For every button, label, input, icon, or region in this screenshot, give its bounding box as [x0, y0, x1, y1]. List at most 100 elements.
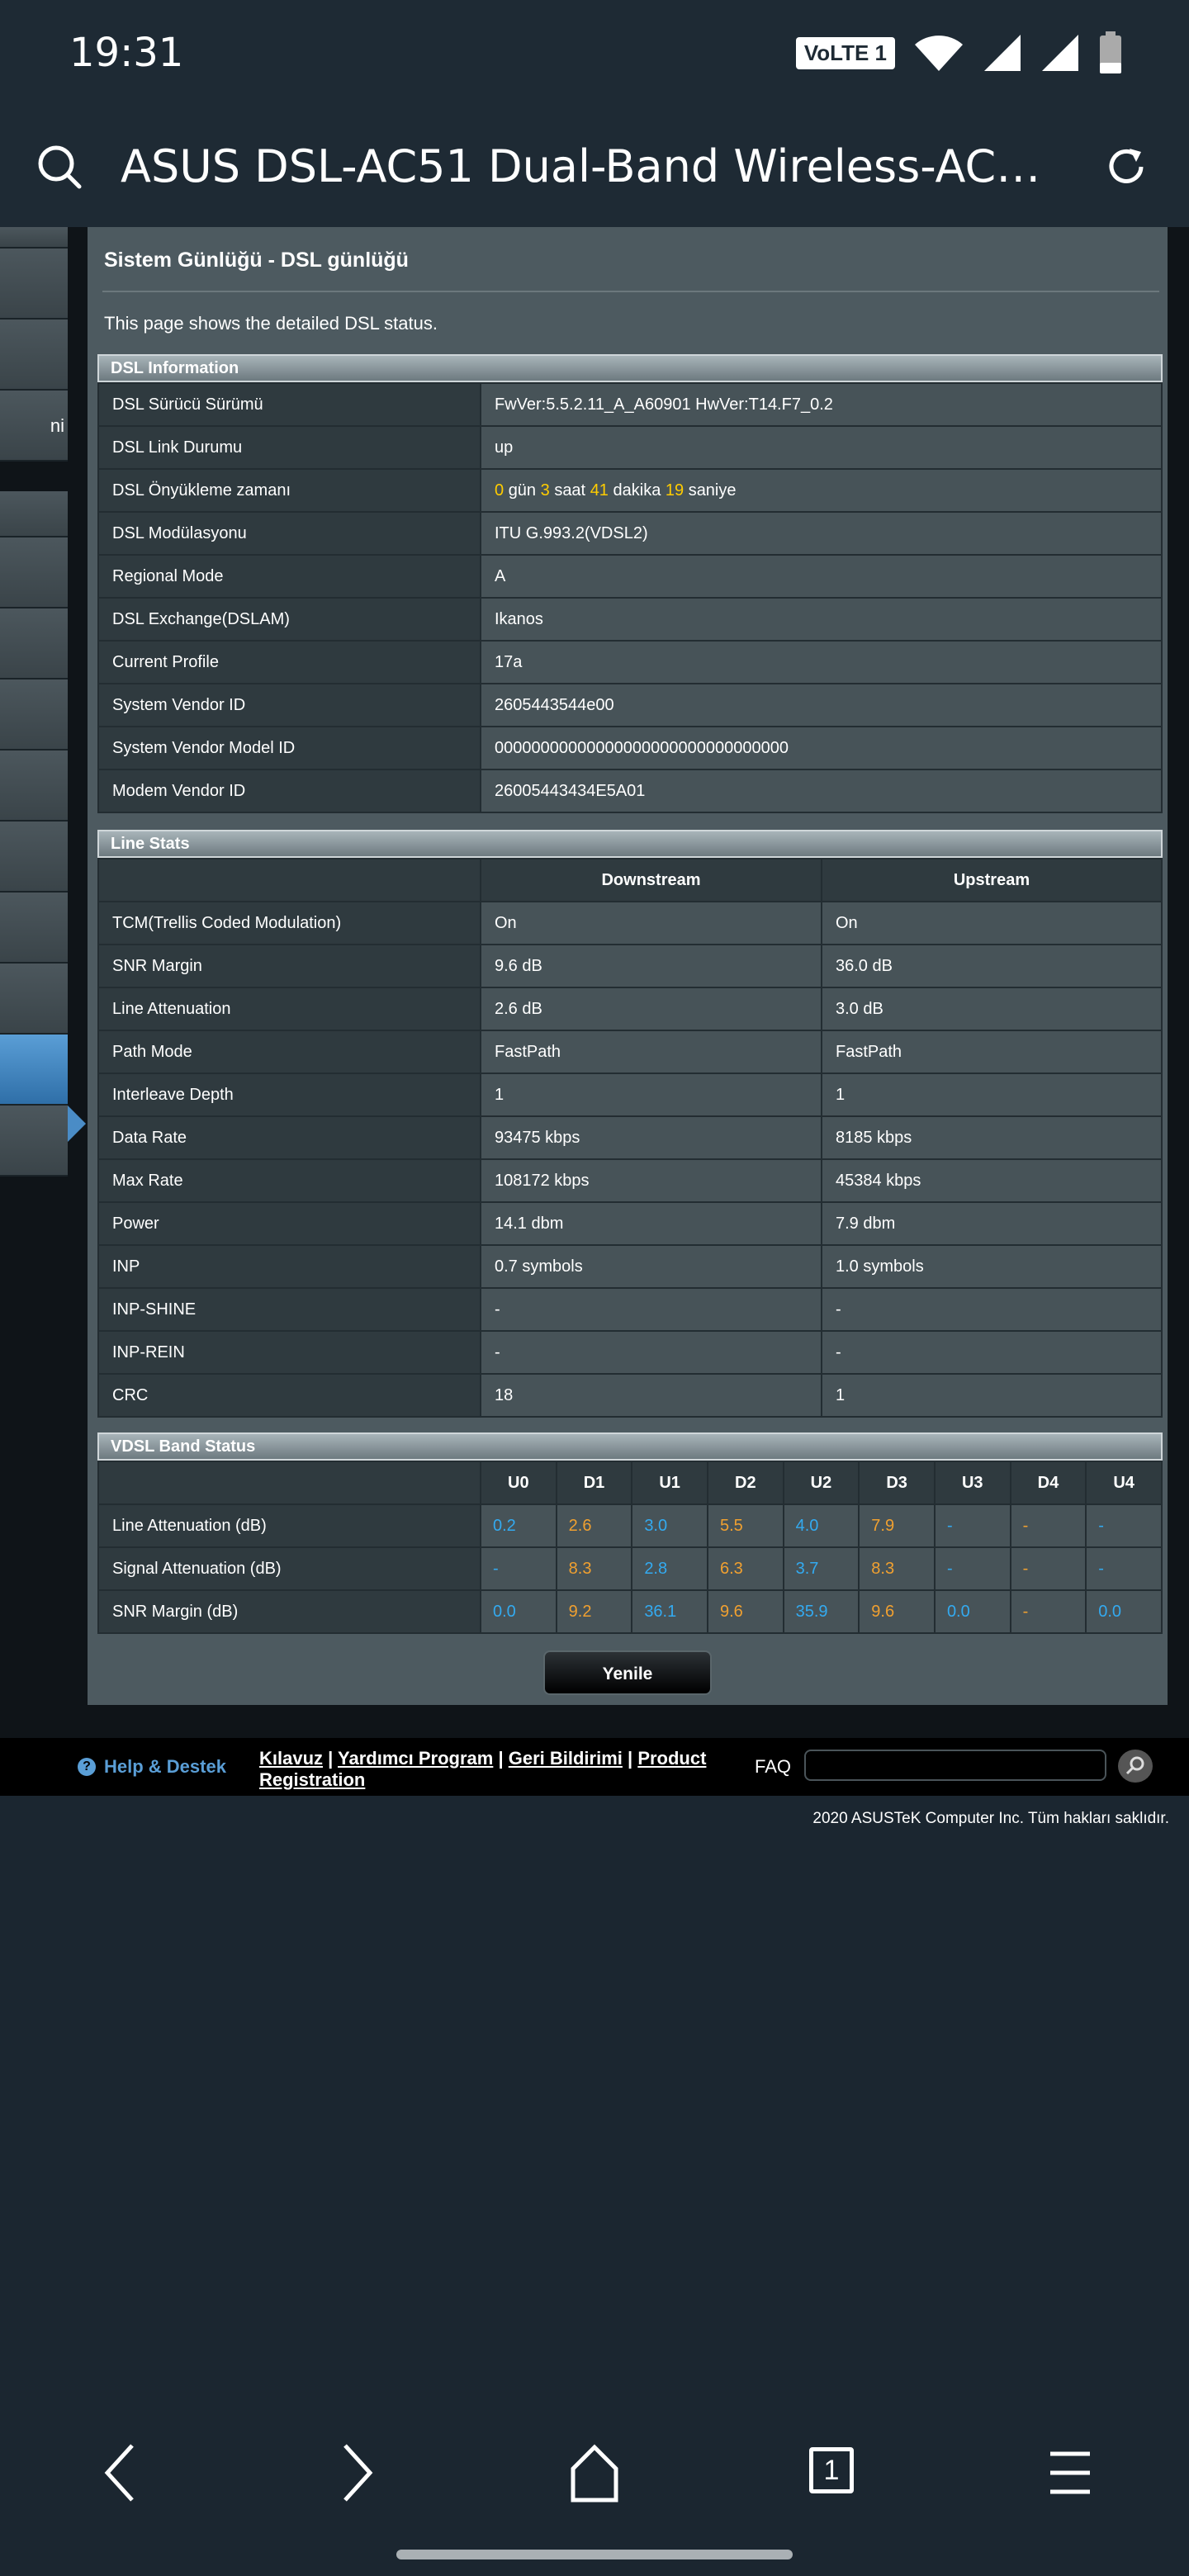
sidebar-item[interactable]: [0, 249, 68, 320]
faq-search-input[interactable]: [804, 1750, 1106, 1781]
band-value: 8.3: [858, 1546, 936, 1591]
footer: ? Help & Destek Kılavuz | Yardımcı Progr…: [0, 1738, 1189, 1796]
downstream-value: 0.7 symbols: [480, 1244, 822, 1289]
status-icons: VoLTE 1: [795, 31, 1123, 74]
downstream-value: 2.6 dB: [480, 987, 822, 1031]
row-label: Regional Mode: [97, 554, 481, 599]
sidebar-item[interactable]: [0, 537, 68, 608]
table-row: Line Attenuation 2.6 dB 3.0 dB: [97, 987, 1163, 1031]
android-nav-bar: 1: [0, 2394, 1189, 2576]
table-row: DSL Exchange(DSLAM) Ikanos: [97, 597, 1163, 642]
band-value: -: [1009, 1503, 1087, 1548]
band-header: D2: [706, 1461, 784, 1505]
row-label: Current Profile: [97, 640, 481, 684]
uptime-unit: gün: [508, 481, 537, 500]
upstream-value: 45384 kbps: [821, 1158, 1163, 1203]
table-row: DSL Link Durumu up: [97, 425, 1163, 470]
band-value: 36.1: [631, 1589, 708, 1634]
active-nav-arrow: [68, 1106, 86, 1142]
back-icon[interactable]: [97, 2442, 144, 2503]
sidebar-item-system-log[interactable]: [0, 1035, 68, 1106]
table-row: INP 0.7 symbols 1.0 symbols: [97, 1244, 1163, 1289]
link-separator: |: [498, 1748, 504, 1769]
menu-icon[interactable]: [1047, 2442, 1093, 2503]
table-row: System Vendor ID 2605443544e00: [97, 683, 1163, 727]
table-row: Data Rate 93475 kbps 8185 kbps: [97, 1115, 1163, 1160]
faq-search-icon[interactable]: [1118, 1750, 1153, 1783]
upstream-value: 1.0 symbols: [821, 1244, 1163, 1289]
row-label: INP: [97, 1244, 481, 1289]
row-label: Path Mode: [97, 1030, 481, 1074]
link-separator: |: [328, 1748, 334, 1769]
sidebar-item[interactable]: [0, 1106, 68, 1177]
table-row: Max Rate 108172 kbps 45384 kbps: [97, 1158, 1163, 1203]
downstream-value: -: [480, 1287, 822, 1332]
uptime-unit: saniye: [688, 481, 737, 500]
copyright: 2020 ASUSTeK Computer Inc. Tüm hakları s…: [812, 1810, 1169, 1827]
row-label: DSL Exchange(DSLAM): [97, 597, 481, 642]
forward-icon[interactable]: [334, 2442, 380, 2503]
home-icon[interactable]: [570, 2442, 619, 2503]
table-row: SNR Margin (dB) 0.0 9.2 36.1 9.6 35.9 9.6 0.0-0…: [97, 1589, 1163, 1634]
browser-page-title[interactable]: ASUS DSL-AC51 Dual-Band Wireless-AC750..…: [121, 140, 1062, 192]
sidebar-item[interactable]: [0, 680, 68, 751]
table-row: Current Profile 17a: [97, 640, 1163, 684]
search-icon[interactable]: [36, 144, 83, 190]
sidebar-item[interactable]: ni: [0, 391, 68, 462]
sidebar-item[interactable]: [0, 893, 68, 964]
row-label: TCM(Trellis Coded Modulation): [97, 901, 481, 945]
row-value: ITU G.993.2(VDSL2): [480, 511, 1163, 556]
band-value: 2.6: [555, 1503, 633, 1548]
row-label: Max Rate: [97, 1158, 481, 1203]
table-row: DSL Önyükleme zamanı 0 gün 3 saat 41 daki…: [97, 468, 1163, 513]
table-header-row: Downstream Upstream: [97, 858, 1163, 902]
band-value: -: [933, 1546, 1011, 1591]
sidebar-item[interactable]: [0, 751, 68, 822]
column-header-empty: [97, 1461, 481, 1505]
band-value: 35.9: [782, 1589, 860, 1634]
sidebar-item[interactable]: [0, 822, 68, 893]
vdsl-band-table: U0 D1 U1 D2 U2 D3 U3 D4 U4 Line Attenuation (dB)…: [97, 1461, 1163, 1634]
dsl-information-table: DSL Sürücü Sürümü FwVer:5.5.2.11_A_A60901…: [97, 382, 1163, 813]
utility-link[interactable]: Yardımcı Program: [338, 1748, 493, 1769]
row-value: 2605443544e00: [480, 683, 1163, 727]
section-header: VDSL Band Status: [97, 1432, 1163, 1461]
row-value: FwVer:5.5.2.11_A_A60901 HwVer:T14.F7_0.2: [480, 382, 1163, 427]
section-header: DSL Information: [97, 354, 1163, 382]
button-row: Yenile: [88, 1650, 1168, 1695]
band-value: 4.0: [782, 1503, 860, 1548]
table-row: Line Attenuation (dB) 0.2 2.6 3.0 5.5 4.0 7.9-…: [97, 1503, 1163, 1548]
band-header: U3: [933, 1461, 1011, 1505]
status-bar: 19:31 VoLTE 1: [0, 0, 1189, 107]
sidebar-item[interactable]: [0, 608, 68, 680]
row-label: System Vendor ID: [97, 683, 481, 727]
row-label: Line Attenuation: [97, 987, 481, 1031]
question-icon: ?: [78, 1758, 96, 1776]
row-label: INP-REIN: [97, 1330, 481, 1375]
refresh-button[interactable]: Yenile: [543, 1650, 712, 1695]
band-header: U4: [1085, 1461, 1163, 1505]
sidebar-item[interactable]: [0, 320, 68, 391]
tabs-button[interactable]: 1: [809, 2447, 854, 2493]
table-row: Signal Attenuation (dB) -8.3 2.8 6.3 3.7 8.3-…: [97, 1546, 1163, 1591]
sidebar-item[interactable]: [0, 227, 68, 249]
manual-link[interactable]: Kılavuz: [259, 1748, 323, 1769]
help-support: ? Help & Destek: [78, 1756, 226, 1778]
row-label: DSL Modülasyonu: [97, 511, 481, 556]
sidebar-item-label: ni: [50, 415, 64, 436]
reload-icon[interactable]: [1103, 144, 1149, 190]
wifi-icon: [915, 36, 963, 71]
content-panel: Sistem Günlüğü - DSL günlüğü This page s…: [88, 227, 1168, 1705]
footer-links: Kılavuz | Yardımcı Program | Geri Bildir…: [259, 1748, 722, 1791]
downstream-value: FastPath: [480, 1030, 822, 1074]
row-label: DSL Sürücü Sürümü: [97, 382, 481, 427]
feedback-link[interactable]: Geri Bildirimi: [509, 1748, 623, 1769]
column-header-downstream: Downstream: [480, 858, 822, 902]
row-value: 00000000000000000000000000000000: [480, 726, 1163, 770]
sidebar-item[interactable]: [0, 964, 68, 1035]
band-value: 2.8: [631, 1546, 708, 1591]
row-label: SNR Margin (dB): [97, 1589, 481, 1634]
gesture-bar[interactable]: [396, 2550, 793, 2559]
faq-label: FAQ: [755, 1756, 792, 1777]
table-row: CRC 18 1: [97, 1373, 1163, 1418]
